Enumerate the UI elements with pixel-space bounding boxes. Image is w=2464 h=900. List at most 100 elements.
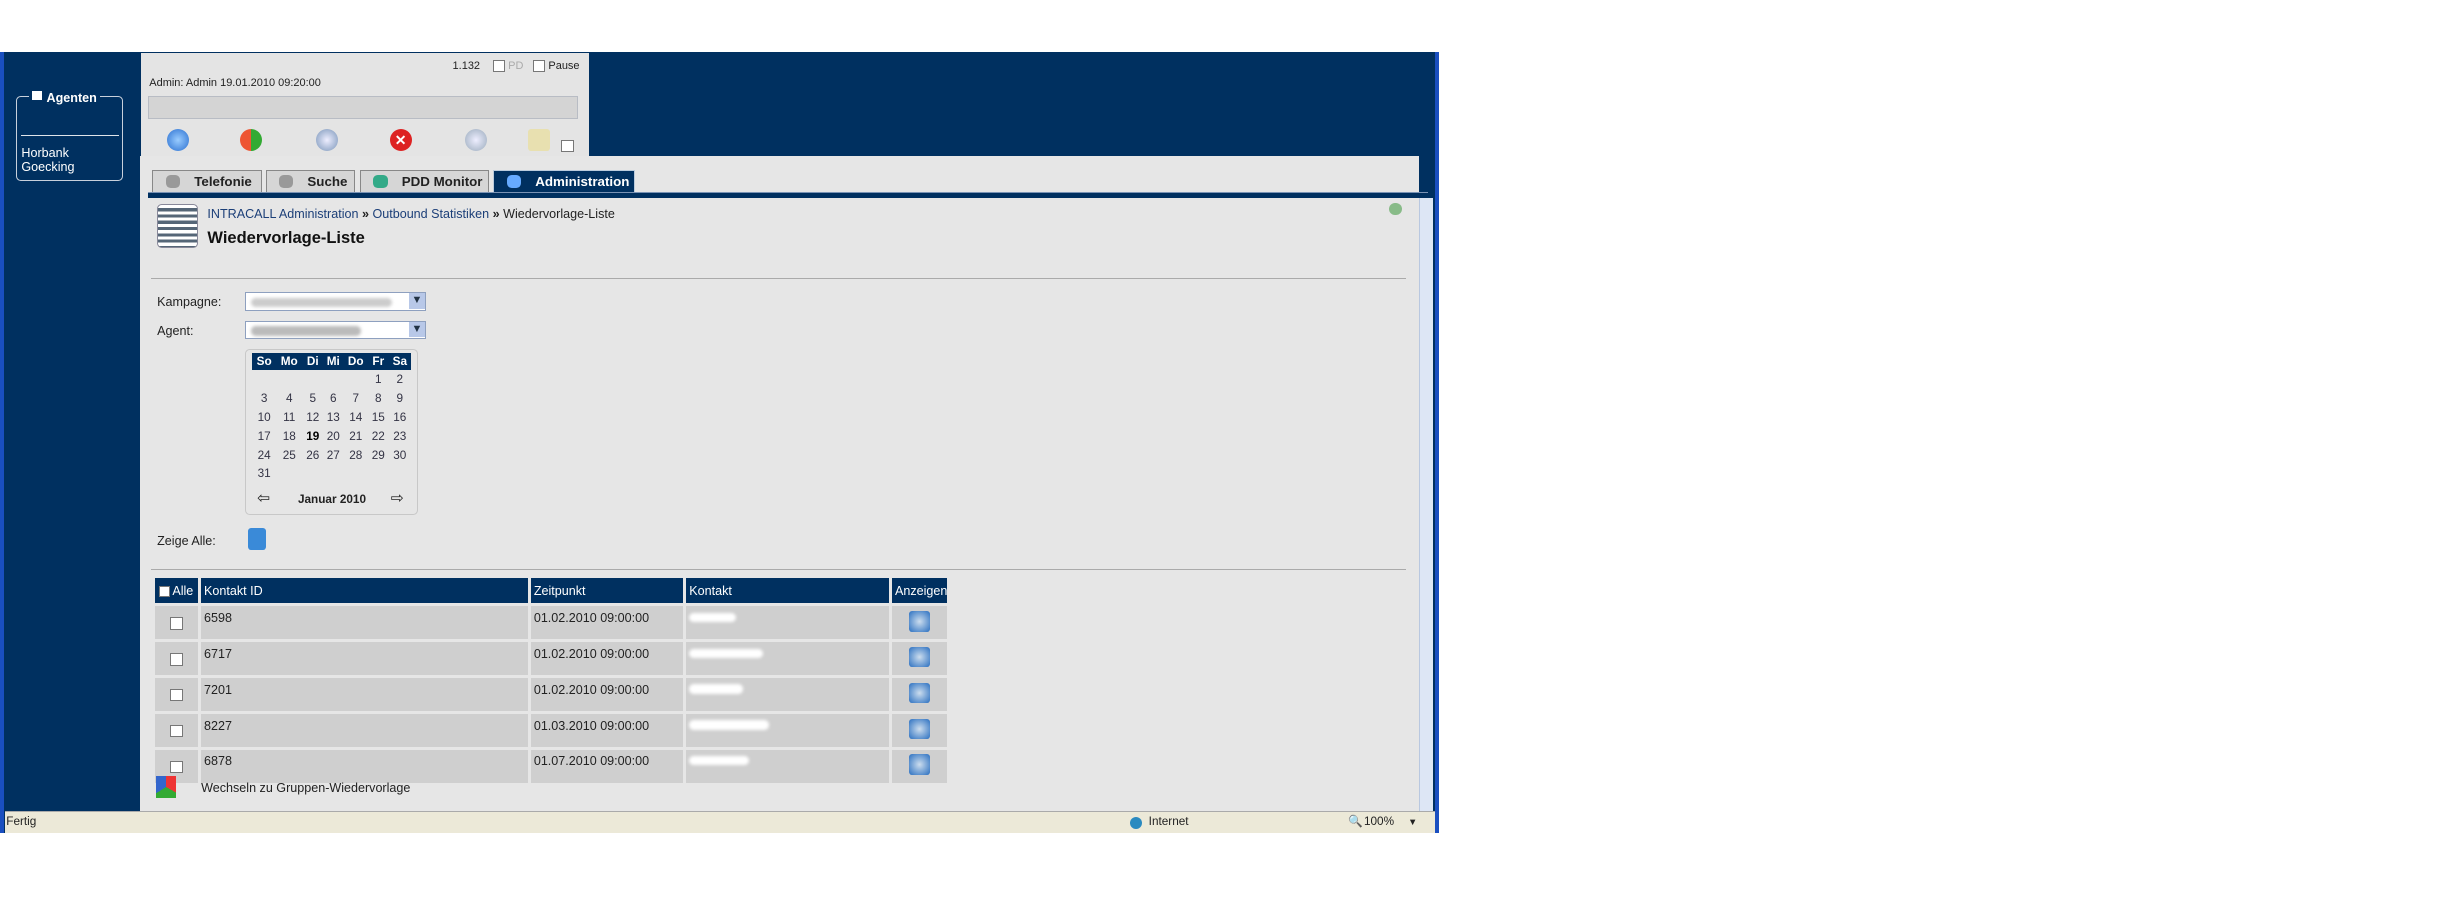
calendar-day[interactable]: 31 bbox=[252, 464, 276, 483]
calendar-day[interactable]: 28 bbox=[344, 446, 369, 465]
zoom-dropdown-icon[interactable]: ▼ bbox=[1408, 812, 1417, 832]
zeitpunkt: 01.02.2010 09:00:00 bbox=[530, 675, 684, 711]
chevron-down-icon[interactable]: ▼ bbox=[409, 293, 425, 309]
header-kontakt[interactable]: Kontakt bbox=[686, 578, 889, 604]
view-contact-icon[interactable] bbox=[909, 646, 930, 668]
tab-telefonie[interactable]: Telefonie bbox=[152, 169, 263, 194]
calendar-day[interactable]: 13 bbox=[323, 408, 343, 427]
tab-suche[interactable]: Suche bbox=[265, 169, 356, 194]
header-kontakt-id[interactable]: Kontakt ID bbox=[200, 578, 528, 604]
globe-icon bbox=[1129, 816, 1143, 830]
agents-panel: Agenten Horbank Goecking bbox=[15, 90, 123, 181]
next-month-arrow-icon[interactable]: ⇨ bbox=[391, 488, 404, 508]
anzeigen-cell bbox=[891, 675, 948, 711]
row-checkbox[interactable] bbox=[170, 653, 183, 666]
help-icon[interactable] bbox=[1389, 202, 1402, 216]
divider bbox=[21, 134, 119, 136]
calendar-day[interactable]: 16 bbox=[389, 408, 412, 427]
header-navy bbox=[589, 53, 1434, 156]
mail-checkbox[interactable] bbox=[560, 139, 574, 153]
calendar-day[interactable]: 29 bbox=[368, 446, 388, 465]
agent-select[interactable]: ▼ bbox=[245, 320, 426, 340]
calendar-day[interactable]: 21 bbox=[344, 427, 369, 446]
calendar-day[interactable]: 12 bbox=[303, 408, 323, 427]
zeitpunkt: 01.02.2010 09:00:00 bbox=[530, 603, 684, 640]
calendar-day[interactable]: 18 bbox=[276, 427, 303, 446]
calendar-day bbox=[368, 464, 388, 483]
weekday-header: Mi bbox=[323, 352, 344, 371]
cancel-icon[interactable]: ✕ bbox=[389, 128, 412, 151]
breadcrumb-intracall[interactable]: INTRACALL Administration bbox=[207, 207, 358, 221]
tab-pdd-monitor[interactable]: PDD Monitor bbox=[359, 169, 489, 194]
calendar-day[interactable]: 20 bbox=[323, 427, 343, 446]
calendar-day[interactable]: 3 bbox=[252, 389, 276, 408]
collapse-icon[interactable] bbox=[32, 90, 42, 100]
calendar-day[interactable]: 5 bbox=[303, 389, 323, 408]
kampagne-select[interactable]: ▼ bbox=[245, 292, 426, 312]
calendar-day[interactable]: 8 bbox=[368, 389, 388, 408]
calendar-day[interactable]: 2 bbox=[389, 370, 412, 389]
switch-icon[interactable] bbox=[155, 776, 176, 799]
pause-checkbox[interactable] bbox=[532, 59, 546, 73]
view-contact-icon[interactable] bbox=[909, 754, 930, 775]
switch-group-link[interactable]: Wechseln zu Gruppen-Wiedervorlage bbox=[201, 781, 410, 795]
row-checkbox[interactable] bbox=[170, 617, 183, 630]
row-checkbox[interactable] bbox=[170, 724, 183, 738]
kontakt-id: 8227 bbox=[200, 710, 528, 747]
tab-bar bbox=[147, 191, 1429, 198]
vertical-scrollbar[interactable] bbox=[1418, 197, 1434, 811]
view-contact-icon[interactable] bbox=[909, 682, 930, 704]
row-checkbox[interactable] bbox=[170, 760, 183, 774]
calendar-day[interactable]: 9 bbox=[389, 389, 412, 408]
calendar-day[interactable]: 27 bbox=[323, 446, 343, 465]
pd-checkbox[interactable] bbox=[492, 59, 506, 73]
calendar-day[interactable]: 26 bbox=[303, 446, 323, 465]
calendar-day[interactable]: 11 bbox=[276, 408, 303, 427]
calendar-day bbox=[303, 464, 323, 483]
status-bar: Fertig Internet 🔍 100% ▼ bbox=[4, 810, 1435, 833]
calendar-day[interactable]: 23 bbox=[389, 427, 412, 446]
agent-item[interactable]: Horbank bbox=[21, 146, 74, 160]
kampagne-label: Kampagne: bbox=[157, 295, 222, 310]
row-select-cell bbox=[155, 675, 198, 711]
calendar-day[interactable]: 1 bbox=[368, 370, 388, 389]
calendar-day[interactable]: 24 bbox=[252, 446, 276, 465]
select-all-header[interactable]: Alle bbox=[155, 578, 198, 604]
calendar-day[interactable]: 19 bbox=[303, 427, 323, 446]
calendar-day[interactable]: 30 bbox=[389, 446, 412, 465]
tab-administration[interactable]: Administration bbox=[493, 169, 635, 194]
breadcrumb-outbound[interactable]: Outbound Statistiken bbox=[372, 207, 489, 221]
agents-panel-title[interactable]: Agenten bbox=[29, 90, 100, 105]
calendar-day[interactable]: 17 bbox=[252, 427, 276, 446]
prev-month-arrow-icon[interactable]: ⇦ bbox=[257, 488, 270, 508]
calendar-day[interactable]: 4 bbox=[276, 389, 303, 408]
calendar: So Mo Di Mi Do Fr Sa 1 2 3 4 5 6 7 8 9 10 11 12 13 14 15 16 17 1… bbox=[245, 348, 418, 516]
music-phone-icon[interactable] bbox=[166, 128, 189, 151]
calendar-day[interactable]: 10 bbox=[252, 408, 276, 427]
calendar-day[interactable]: 7 bbox=[344, 389, 369, 408]
page-title: Wiedervorlage-Liste bbox=[207, 229, 365, 248]
header-zeitpunkt[interactable]: Zeitpunkt bbox=[530, 578, 684, 604]
calendar-day bbox=[323, 370, 343, 389]
stopwatch-icon[interactable] bbox=[315, 128, 338, 151]
zoom-level[interactable]: 100% bbox=[1364, 812, 1394, 832]
view-contact-icon[interactable] bbox=[909, 611, 930, 632]
agent-label: Agent: bbox=[157, 323, 194, 338]
calendar-day[interactable]: 6 bbox=[323, 389, 343, 408]
agent-item[interactable]: Goecking bbox=[21, 160, 74, 174]
row-checkbox[interactable] bbox=[170, 688, 183, 702]
user-info: Admin: Admin 19.01.2010 09:20:00 bbox=[149, 76, 321, 89]
calendar-day[interactable]: 22 bbox=[368, 427, 388, 446]
row-select-cell bbox=[155, 603, 198, 640]
chat-icon[interactable] bbox=[465, 128, 488, 151]
chevron-down-icon[interactable]: ▼ bbox=[409, 321, 425, 338]
anzeigen-cell bbox=[891, 710, 948, 747]
mail-lock-icon[interactable] bbox=[527, 128, 550, 151]
calendar-day[interactable]: 15 bbox=[368, 408, 388, 427]
view-contact-icon[interactable] bbox=[909, 718, 930, 740]
select-all-checkbox[interactable] bbox=[158, 586, 170, 597]
calculator-icon[interactable] bbox=[248, 527, 266, 550]
calendar-day[interactable]: 14 bbox=[344, 408, 369, 427]
calendar-day[interactable]: 25 bbox=[276, 446, 303, 465]
weekday-header: Do bbox=[343, 352, 369, 371]
